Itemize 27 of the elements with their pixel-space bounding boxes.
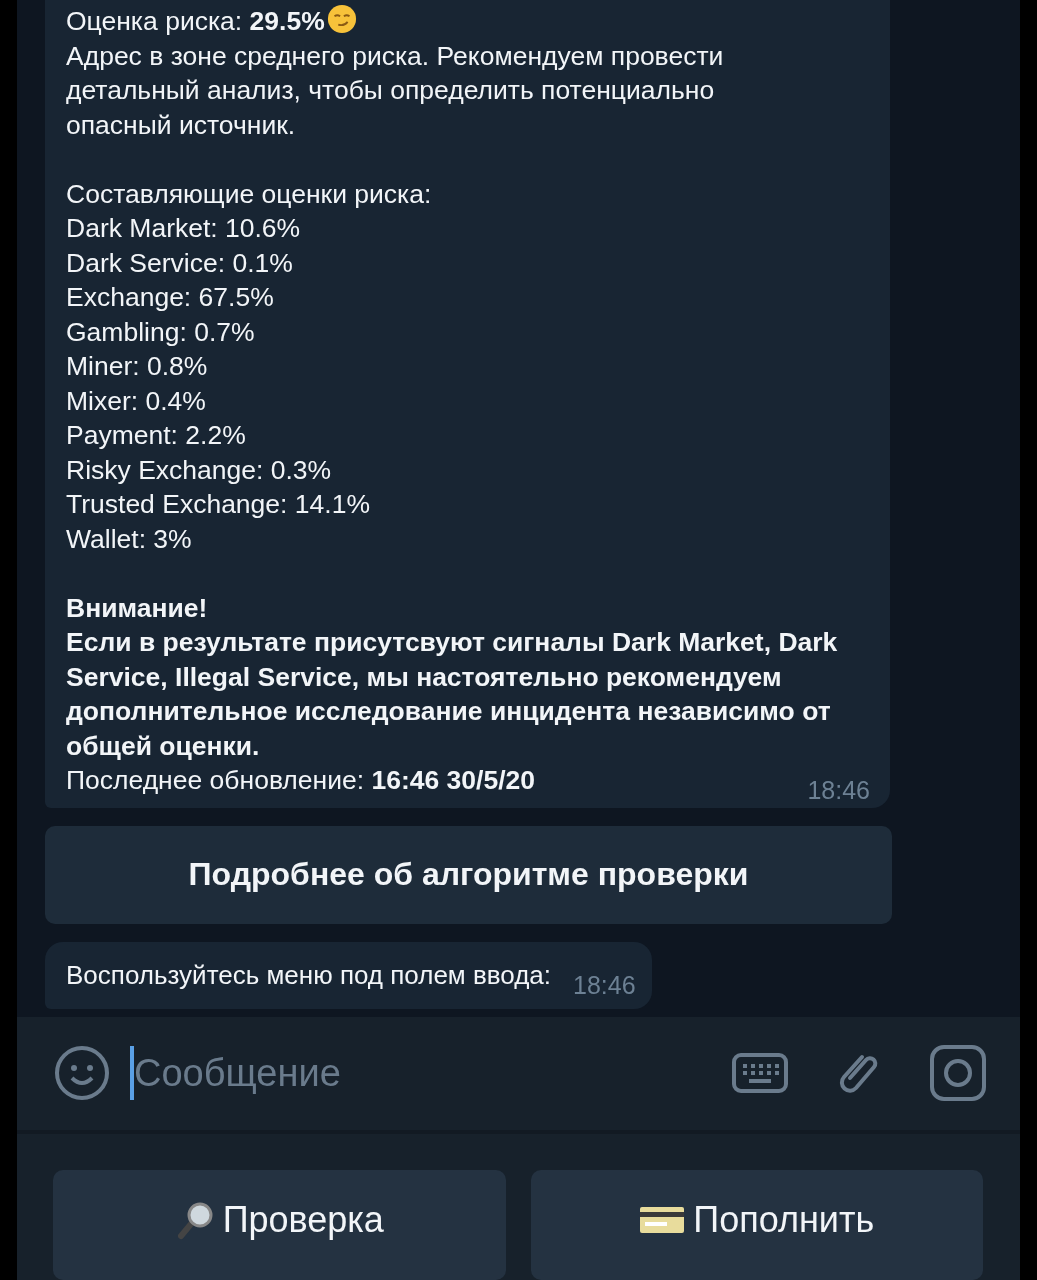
risk-component: Risky Exchange: 0.3% bbox=[66, 453, 333, 487]
risk-component: Gambling: 0.7% bbox=[66, 315, 256, 349]
camera-icon[interactable] bbox=[930, 1045, 986, 1102]
smiley-icon[interactable] bbox=[54, 1045, 110, 1102]
warning-title: Внимание! bbox=[66, 591, 209, 625]
credit-card-icon bbox=[639, 1204, 686, 1235]
message-time: 18:46 bbox=[573, 970, 636, 1000]
risk-component: Exchange: 67.5% bbox=[66, 281, 275, 314]
keyboard-icon[interactable] bbox=[732, 1053, 788, 1094]
risk-summary: Адрес в зоне среднего риска. Рекомендуем провести детальный анализ, чтобы определить потенциально опасный источник. bbox=[66, 39, 725, 142]
keyboard-button[interactable]: Проверка bbox=[53, 1170, 506, 1280]
last-update: Последнее обновление: 16:46 30/5/20 bbox=[66, 764, 535, 797]
inline-button[interactable]: Подробнее об алгоритме проверки bbox=[45, 825, 892, 924]
message-text: Воспользуйтесь меню под полем ввода: bbox=[66, 959, 552, 991]
risk-component: Wallet: 3% bbox=[66, 522, 193, 556]
risk-component: Dark Service: 0.1% bbox=[66, 246, 294, 280]
risk-component: Trusted Exchange: 14.1% bbox=[66, 488, 371, 521]
smirk-emoji-icon bbox=[326, 4, 357, 35]
components-title: Составляющие оценки риска: bbox=[66, 177, 433, 211]
risk-component: Miner: 0.8% bbox=[66, 350, 209, 383]
warning-text: Если в результате присутсвуют сигналы Dark Market, Dark Service, Illegal Service, мы настоятельно рекомендуем дополнительное исследование инцидента независимо от общей оценки. bbox=[66, 626, 839, 763]
message-time: 18:46 bbox=[807, 775, 870, 806]
risk-component: Payment: 2.2% bbox=[66, 419, 247, 452]
keyboard-button[interactable]: Пополнить bbox=[530, 1170, 983, 1280]
risk-score: Оценка риска: 29.5% bbox=[66, 5, 325, 38]
risk-component: Dark Market: 10.6% bbox=[66, 212, 302, 245]
risk-component: Mixer: 0.4% bbox=[66, 384, 207, 418]
